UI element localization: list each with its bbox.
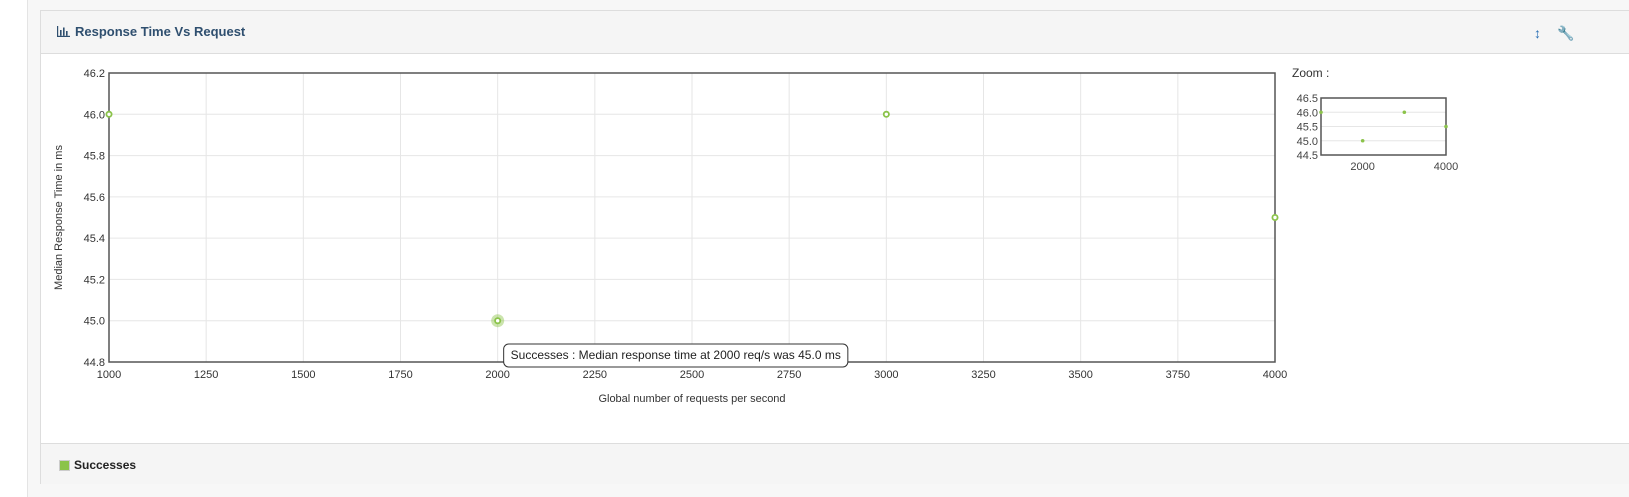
resize-vertical-icon[interactable]: ↕ <box>1534 25 1541 41</box>
legend-item-successes[interactable]: Successes <box>59 458 136 472</box>
panel-title-text: Response Time Vs Request <box>75 24 246 39</box>
panel-heading: Response Time Vs Request ↕ 🔧 <box>41 11 1629 54</box>
legend-swatch <box>59 459 70 471</box>
legend-area: Successes <box>41 443 1629 484</box>
left-gutter <box>0 0 28 497</box>
bar-chart-icon <box>57 26 70 37</box>
chart-panel: Response Time Vs Request ↕ 🔧 Successes <box>40 10 1629 484</box>
wrench-icon[interactable]: 🔧 <box>1557 25 1574 42</box>
legend-label: Successes <box>74 458 137 472</box>
panel-title: Response Time Vs Request <box>57 24 245 39</box>
